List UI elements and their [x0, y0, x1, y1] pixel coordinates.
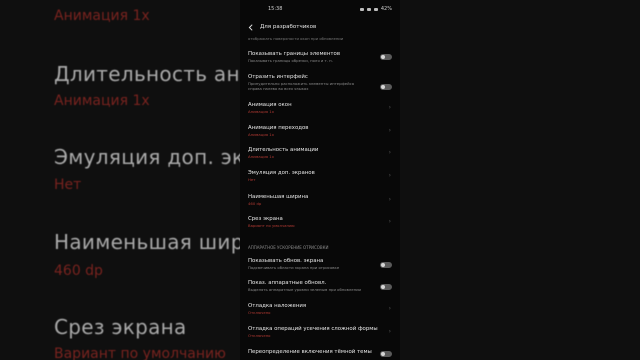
setting-title: Показывать границы элементов — [248, 51, 341, 57]
setting-value: 460 dp — [248, 201, 262, 206]
partial-item-description: отображать поверхности окон при обновлен… — [248, 36, 344, 41]
chevron-right-icon: › — [388, 172, 391, 179]
bg-title-4: Срез экрана — [54, 315, 187, 339]
background-left-panel: Анимация 1x Длительность анимации Анимац… — [0, 0, 240, 360]
chevron-right-icon: › — [388, 104, 391, 111]
status-time: 15:38 — [268, 6, 283, 12]
chevron-right-icon: › — [388, 328, 391, 335]
setting-description: Принудительно расположить элементы интер… — [248, 81, 355, 91]
setting-show-hw-layers[interactable]: Показ. аппаратные обновл. Выделять аппар… — [240, 280, 400, 292]
setting-title: Наименьшая ширина — [248, 194, 309, 200]
setting-description: Показывать границы обрезки, поля и т. п. — [248, 58, 333, 63]
chevron-right-icon: › — [388, 196, 391, 203]
setting-title: Показывать обнов. экрана — [248, 258, 324, 264]
battery-percent: 42% — [380, 6, 392, 12]
setting-value: Отключено — [248, 310, 271, 315]
setting-title: Длительность анимации — [248, 147, 319, 153]
app-bar: Для разработчиков — [240, 18, 400, 36]
setting-title: Анимация переходов — [248, 125, 309, 131]
setting-show-layout-bounds[interactable]: Показывать границы элементов Показывать … — [240, 51, 400, 63]
setting-value: Анимация 1x — [248, 132, 274, 137]
status-icons: 42% — [359, 6, 392, 12]
setting-value: Нет — [248, 177, 256, 182]
setting-title: Показ. аппаратные обновл. — [248, 280, 327, 286]
chevron-right-icon: › — [388, 149, 391, 156]
phone-screen: 15:38 42% Для разработчиков отображать п… — [240, 0, 400, 360]
setting-smallest-width[interactable]: Наименьшая ширина 460 dp — [240, 194, 400, 206]
setting-debug-clip[interactable]: Отладка операций усечения сложной формы … — [240, 326, 400, 338]
setting-force-dark[interactable]: Переопределение включения тёмной темы — [240, 349, 400, 356]
section-header-hw-rendering: АППАРАТНОЕ УСКОРЕНИЕ ОТРИСОВКИ — [248, 245, 329, 250]
setting-display-cutout[interactable]: Срез экрана Вариант по умолчанию — [240, 216, 400, 228]
setting-secondary-displays[interactable]: Эмуляция доп. экранов Нет — [240, 170, 400, 182]
page-title: Для разработчиков — [260, 24, 317, 30]
bg-value-0: Анимация 1x — [54, 8, 150, 24]
setting-title: Эмуляция доп. экранов — [248, 170, 315, 176]
setting-title: Срез экрана — [248, 216, 283, 222]
bg-value-2: Нет — [54, 177, 82, 193]
status-bar: 15:38 42% — [240, 0, 400, 18]
setting-title: Переопределение включения тёмной темы — [248, 349, 372, 355]
setting-debug-overdraw[interactable]: Отладка наложения Отключено — [240, 303, 400, 315]
chevron-right-icon: › — [388, 305, 391, 312]
show-surface-updates-toggle[interactable] — [380, 262, 392, 268]
wifi-icon — [366, 7, 371, 11]
bg-value-4: Вариант по умолчанию — [54, 346, 226, 360]
setting-animation-duration[interactable]: Длительность анимации Анимация 1x — [240, 147, 400, 159]
back-arrow-icon[interactable] — [246, 22, 256, 32]
setting-force-rtl[interactable]: Отразить интерфейс Принудительно располо… — [240, 74, 400, 91]
force-dark-toggle[interactable] — [380, 351, 392, 357]
signal-icon — [359, 7, 364, 11]
setting-value: Анимация 1x — [248, 154, 274, 159]
show-hw-layers-toggle[interactable] — [380, 284, 392, 290]
bg-title-1: Длительность анимации — [54, 62, 240, 86]
setting-title: Отладка операций усечения сложной формы — [248, 326, 378, 332]
bg-value-1: Анимация 1x — [54, 93, 150, 109]
setting-window-animation[interactable]: Анимация окон Анимация 1x — [240, 102, 400, 114]
setting-show-surface-updates[interactable]: Показывать обнов. экрана Подсвечивать об… — [240, 258, 400, 270]
setting-value: Отключено — [248, 333, 271, 338]
bg-value-3: 460 dp — [54, 263, 103, 279]
background-right-panel: Анимация 1x Длительность анимации Анимац… — [400, 0, 640, 360]
setting-value: Вариант по умолчанию — [248, 223, 295, 228]
bg-title-3: Наименьшая ширина — [54, 230, 240, 254]
setting-title: Анимация окон — [248, 102, 292, 108]
chevron-right-icon: › — [388, 218, 391, 225]
setting-title: Отладка наложения — [248, 303, 307, 309]
show-layout-bounds-toggle[interactable] — [380, 54, 392, 60]
battery-icon — [373, 7, 378, 11]
bg-title-2: Эмуляция доп. экранов — [54, 145, 240, 169]
chevron-right-icon: › — [388, 127, 391, 134]
setting-title: Отразить интерфейс — [248, 74, 308, 80]
setting-description: Подсвечивать области экрана при отрисовк… — [248, 265, 340, 270]
force-rtl-toggle[interactable] — [380, 84, 392, 90]
setting-description: Выделять аппаратные уровни зеленым при о… — [248, 287, 362, 292]
setting-value: Анимация 1x — [248, 109, 274, 114]
setting-transition-animation[interactable]: Анимация переходов Анимация 1x — [240, 125, 400, 137]
